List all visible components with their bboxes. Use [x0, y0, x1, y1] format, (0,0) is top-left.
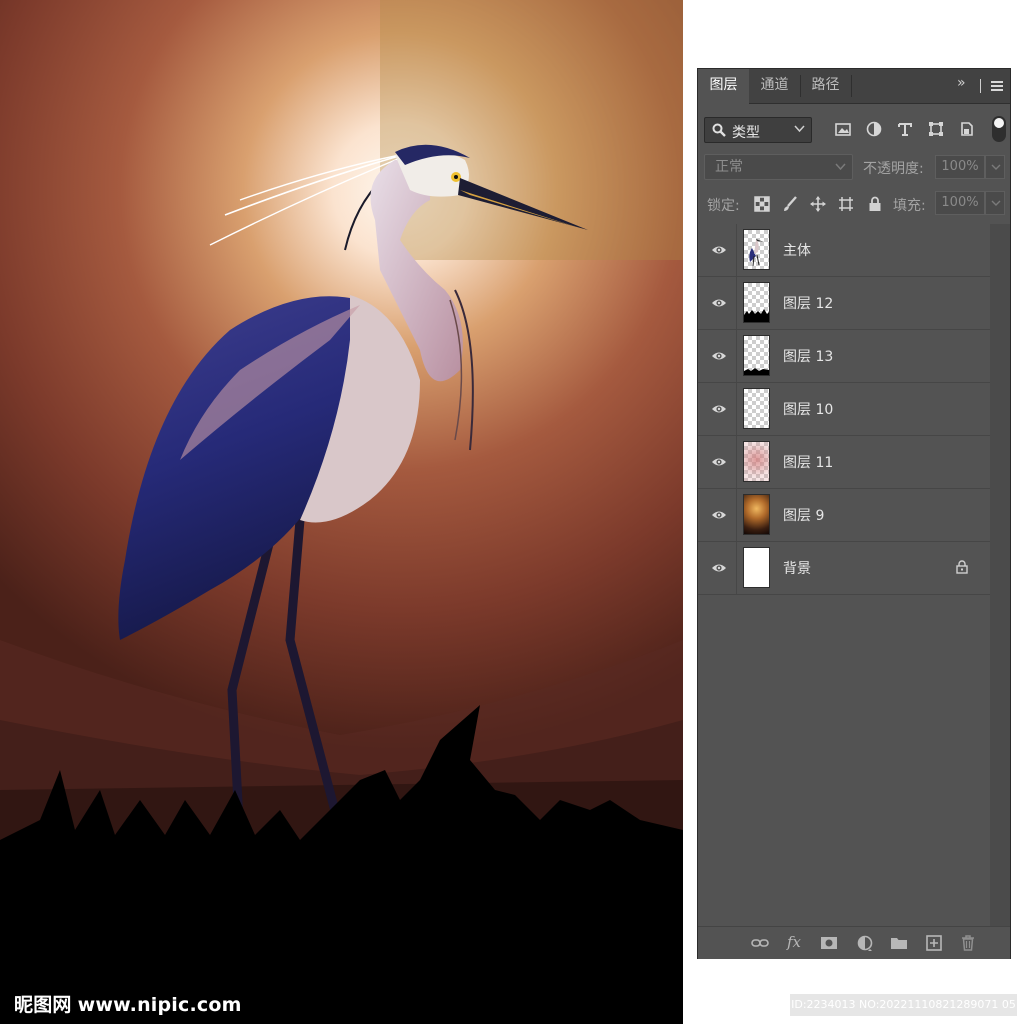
layer-name[interactable]: 图层 9 — [783, 505, 824, 525]
layer-row[interactable]: 图层 13 — [698, 330, 990, 383]
layer-row[interactable]: 图层 12 — [698, 277, 990, 330]
eye-visibility-icon[interactable] — [711, 350, 727, 362]
lock-label: 锁定: — [707, 198, 740, 214]
chevron-down-icon — [991, 164, 1001, 170]
adjustment-layer-icon[interactable] — [856, 934, 874, 952]
chevron-down-icon — [794, 125, 805, 133]
layer-thumbnail-transparent — [743, 388, 770, 429]
layer-thumbnail-grass-small — [743, 335, 770, 376]
eye-visibility-icon[interactable] — [711, 297, 727, 309]
watermark-url: www.nipic.com — [77, 994, 242, 1016]
opacity-label: 不透明度: — [863, 161, 924, 177]
tab-paths[interactable]: 路径 — [800, 69, 851, 103]
fx-icon[interactable]: fx — [787, 933, 805, 951]
new-layer-icon[interactable] — [925, 934, 943, 952]
panel-tab-bar: 图层 通道 路径 » — [698, 69, 1010, 104]
filter-type-label: 类型 — [732, 125, 760, 141]
tab-separator — [851, 75, 852, 97]
artwork-canvas: 昵图网 www.nipic.com — [0, 0, 683, 1024]
eye-visibility-icon[interactable] — [711, 509, 727, 521]
image-filter-icon[interactable] — [834, 120, 852, 138]
row-divider — [736, 436, 737, 488]
layer-name[interactable]: 图层 11 — [783, 452, 833, 472]
layer-filter-dropdown[interactable]: 类型 — [704, 117, 812, 143]
tab-layers[interactable]: 图层 — [698, 69, 749, 104]
layer-row[interactable]: 图层 11 — [698, 436, 990, 489]
blend-mode-dropdown[interactable]: 正常 — [704, 154, 853, 180]
add-mask-icon[interactable] — [820, 934, 838, 952]
opacity-slider-button[interactable] — [985, 155, 1005, 179]
link-layers-icon[interactable] — [751, 934, 769, 952]
layer-thumbnail-pink — [743, 441, 770, 482]
filter-toggle-switch[interactable] — [992, 116, 1006, 142]
grass-thumbnail-image — [744, 309, 769, 322]
layer-row[interactable]: 图层 10 — [698, 383, 990, 436]
layer-name[interactable]: 主体 — [783, 240, 811, 260]
type-filter-icon[interactable] — [896, 120, 914, 138]
row-divider — [736, 542, 737, 594]
lock-position-icon[interactable] — [810, 196, 826, 212]
lock-icon[interactable] — [956, 560, 968, 574]
row-divider — [736, 330, 737, 382]
tab-bar-divider — [980, 79, 981, 93]
layer-thumbnail-bird — [743, 229, 770, 270]
eye-visibility-icon[interactable] — [711, 562, 727, 574]
delete-layer-icon[interactable] — [959, 934, 977, 952]
shape-filter-icon[interactable] — [927, 120, 945, 138]
row-divider — [736, 489, 737, 541]
lock-image-pixels-icon[interactable] — [782, 196, 798, 212]
layer-name[interactable]: 图层 13 — [783, 346, 833, 366]
eye-visibility-icon[interactable] — [711, 456, 727, 468]
layer-row[interactable]: 图层 9 — [698, 489, 990, 542]
nipic-watermark: 昵图网 www.nipic.com — [14, 990, 242, 1017]
layer-row[interactable]: 主体 — [698, 224, 990, 277]
chevron-down-icon — [835, 163, 846, 171]
smart-object-filter-icon[interactable] — [958, 120, 976, 138]
layer-row[interactable]: 背景 — [698, 542, 990, 595]
layer-name[interactable]: 背景 — [783, 558, 811, 578]
layer-thumbnail-grass — [743, 282, 770, 323]
grass-small-thumbnail-image — [744, 368, 769, 375]
heron-artwork — [0, 0, 683, 1024]
tab-channels[interactable]: 通道 — [749, 69, 800, 103]
blend-mode-value: 正常 — [715, 159, 743, 175]
panel-footer: fx — [698, 926, 1010, 959]
layer-name[interactable]: 图层 12 — [783, 293, 833, 313]
layers-panel: 图层 通道 路径 » 类型 正常 不透明度: 100% 锁定: 填充: 100%… — [697, 68, 1011, 959]
fill-label: 填充: — [893, 198, 926, 214]
lock-transparent-pixels-icon[interactable] — [754, 196, 770, 212]
opacity-field[interactable]: 100% — [935, 155, 985, 179]
layer-list-scrollbar[interactable] — [990, 224, 1010, 926]
pink-thumbnail-overlay — [744, 442, 769, 481]
search-icon — [712, 123, 726, 137]
layer-thumbnail-white — [743, 547, 770, 588]
fill-field[interactable]: 100% — [935, 191, 985, 215]
chevron-down-icon — [991, 200, 1001, 206]
layer-name[interactable]: 图层 10 — [783, 399, 833, 419]
lock-all-icon[interactable] — [867, 196, 883, 212]
fill-slider-button[interactable] — [985, 191, 1005, 215]
adjustment-filter-icon[interactable] — [865, 120, 883, 138]
collapse-panel-icon[interactable]: » — [957, 75, 966, 91]
lock-artboard-icon[interactable] — [838, 196, 854, 212]
eye-visibility-icon[interactable] — [711, 244, 727, 256]
panel-menu-icon[interactable] — [991, 81, 1003, 93]
new-group-icon[interactable] — [890, 934, 908, 952]
layer-list: 主体 图层 12 图层 13 图层 10 图层 11 图层 9 背景 — [698, 224, 990, 595]
bird-thumbnail-image — [749, 239, 764, 267]
eye-visibility-icon[interactable] — [711, 403, 727, 415]
row-divider — [736, 224, 737, 276]
watermark-cn: 昵图网 — [14, 994, 72, 1016]
row-divider — [736, 383, 737, 435]
layer-thumbnail-glow — [743, 494, 770, 535]
row-divider — [736, 277, 737, 329]
image-id-stamp: ID:2234013 NO:20221110821289071 05 — [790, 994, 1017, 1016]
